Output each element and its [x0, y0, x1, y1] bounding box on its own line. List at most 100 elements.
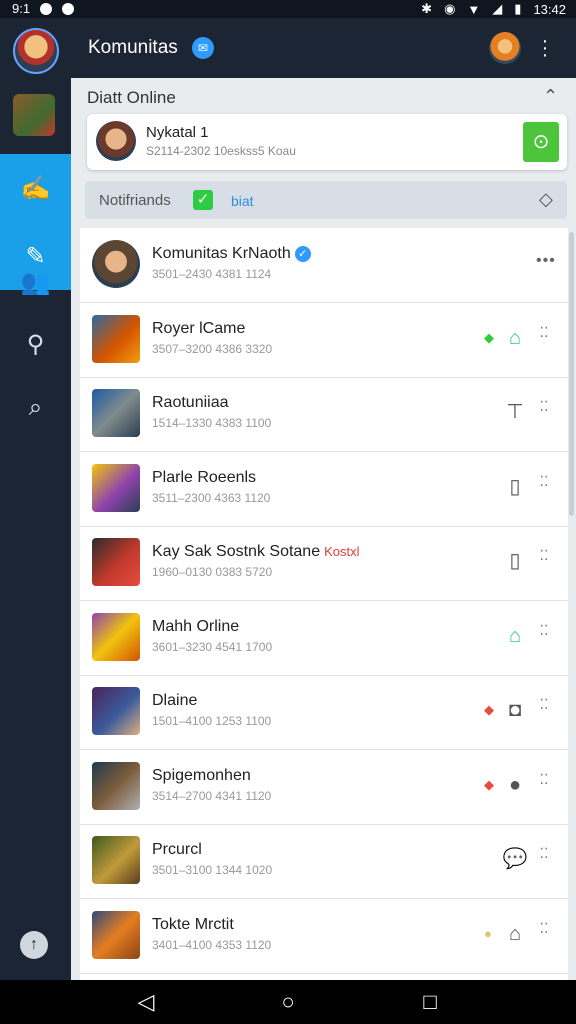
doc-icon[interactable]: ▯: [502, 474, 528, 500]
drag-handle-icon[interactable]: ⁚⁚: [536, 772, 552, 786]
chevron-up-icon[interactable]: ⌃: [543, 86, 558, 107]
list-item-subtitle: 3501‒3100 1344 1020: [152, 863, 273, 877]
drag-handle-icon[interactable]: ⁚⁚: [536, 325, 552, 339]
list-item-subtitle: 3507‒3200 4386 3320: [152, 341, 273, 356]
drag-handle-icon[interactable]: ⁚⁚: [536, 399, 552, 413]
battery-icon: ▮: [514, 1, 522, 16]
drag-handle-icon[interactable]: ⁚⁚: [536, 846, 552, 860]
list-item-title-text: Spigemonhen: [152, 766, 251, 784]
alarm-icon: ◉: [444, 1, 456, 16]
online-status-button[interactable]: ⊙: [523, 122, 559, 162]
game-avatar-10: [92, 910, 140, 959]
notification-bar: Notifriands ✓ biat ◇: [85, 181, 567, 219]
online-section-header: Diatt Online: [87, 88, 176, 107]
home-icon[interactable]: ⌂: [502, 623, 528, 649]
page-title: Komunitas: [88, 37, 178, 58]
upload-icon[interactable]: ↑: [20, 931, 48, 959]
list-item-subtitle: 1514‒1330 4383 1100: [152, 416, 272, 430]
game-avatar-9: [92, 836, 140, 884]
chat-icon[interactable]: 💬: [502, 846, 528, 872]
wifi-icon: ▼: [467, 1, 481, 17]
pin-icon: ⚲: [26, 330, 45, 358]
home-icon[interactable]: ⌂: [502, 325, 528, 351]
sidebar-item-friends[interactable]: 👥: [0, 248, 71, 316]
drag-handle-icon[interactable]: ⁚⁚: [536, 474, 552, 488]
status-indicator-icon: ◆: [484, 702, 494, 717]
desk-icon[interactable]: ⊤: [502, 399, 528, 425]
list-item-title-text: Raotuniiaa: [152, 394, 229, 411]
notification-icon: [40, 2, 53, 15]
game-avatar-6: [92, 612, 140, 661]
people-icon: 👥: [20, 268, 51, 296]
list-item[interactable]: Prcurcl 3501‒3100 1344 1020 💬 ⁚⁚: [80, 824, 568, 899]
list-item-subtitle: 1501‒4100 1253 1100: [152, 714, 272, 728]
status-indicator-icon: ●: [484, 925, 492, 941]
game-avatar-4: [92, 463, 140, 512]
drag-handle-icon[interactable]: ⁚⁚: [536, 548, 552, 562]
list-item-subtitle: 3401‒4100 4353 1120: [152, 937, 272, 952]
avatar-icon[interactable]: ●: [502, 772, 528, 798]
list-item[interactable]: Komunitas KrNaoth ✓ 3501‒2430 4381 1124 •••: [80, 228, 568, 303]
list-item[interactable]: Mahh Orline 3601‒3230 4541 1700 ⌂ ⁚⁚: [80, 601, 568, 676]
status-time-left: 9:1: [12, 1, 31, 16]
basket-icon[interactable]: ⌂: [502, 921, 528, 947]
list-item-title: Mahh Orline: [152, 618, 239, 636]
list-item-subtitle: 3601‒3230 4541 1700: [152, 639, 273, 654]
game-avatar-1: [92, 240, 140, 288]
sidebar-item-tools[interactable]: ⚲: [0, 310, 71, 378]
list-item-title: Komunitas KrNaoth ✓: [152, 245, 311, 263]
list-item[interactable]: Raotuniiaa 1514‒1330 4383 1100 ⊤ ⁚⁚: [80, 377, 568, 452]
list-item[interactable]: Plarle Roeenls 3511‒2300 4363 1120 ▯ ⁚⁚: [80, 452, 568, 527]
list-item-title-text: Prcurcl: [152, 841, 202, 858]
diamond-icon[interactable]: ◇: [539, 189, 553, 210]
drag-handle-icon[interactable]: ⁚⁚: [536, 697, 552, 711]
status-indicator-icon: ◆: [484, 329, 494, 345]
clock: 13:42: [533, 1, 566, 17]
back-icon[interactable]: ◁: [132, 988, 160, 1016]
notification-label: Notifriands: [99, 192, 171, 209]
list-item[interactable]: Kay Sak Sostnk Sotane Kostxl 1960‒0130 038…: [80, 526, 568, 601]
user-avatar[interactable]: [13, 28, 59, 74]
list-item-title: Royer lCame: [152, 320, 245, 338]
friend-name: Nykatal 1: [146, 124, 209, 141]
game-avatar-2: [92, 314, 140, 363]
more-options-icon[interactable]: •••: [536, 252, 556, 270]
list-item-title: Dlaine: [152, 692, 197, 710]
list-item-subtitle: 1960‒0130 0383 5720: [152, 565, 273, 579]
character-avatar-icon[interactable]: [489, 32, 521, 64]
app-header: Komunitas ✉ · · ·: [0, 18, 576, 78]
camera-icon[interactable]: ◘: [502, 697, 528, 723]
list-item-title-text: Kay Sak Sostnk Sotane: [152, 543, 321, 560]
list-item-title: Raotuniiaa: [152, 394, 229, 412]
signal-icon: ◢: [492, 1, 503, 16]
list-item[interactable]: Royer lCame 3507‒3200 4386 3320 ◆ ⌂ ⁚⁚: [80, 303, 568, 378]
list-item-tag: Kostxl: [324, 544, 360, 559]
sidebar-item-feed[interactable]: ✍: [0, 154, 71, 222]
notification-link[interactable]: biat: [231, 193, 254, 209]
online-friend-card[interactable]: Nykatal 1 S2114-2302 10eskss5 Koau ⊙: [87, 114, 567, 170]
list-item-title: Spigemonhen: [152, 767, 251, 785]
notification-icon-2: [62, 2, 75, 15]
overflow-menu-icon[interactable]: · · ·: [540, 31, 550, 65]
scrollbar[interactable]: [569, 232, 574, 516]
feed-icon: ✍: [20, 174, 51, 202]
game-avatar-3: [92, 389, 140, 437]
drag-handle-icon[interactable]: ⁚⁚: [536, 623, 552, 637]
list-item[interactable]: Dlaine 1501‒4100 1253 1100 ◆ ◘ ⁚⁚: [80, 675, 568, 750]
verified-icon: ✓: [294, 246, 311, 262]
bluetooth-icon: ✱: [421, 1, 433, 16]
list-item-title-text: Royer lCame: [152, 319, 246, 337]
list-item-title-text: Komunitas KrNaoth: [152, 245, 291, 262]
game-avatar-7: [92, 687, 140, 735]
home-icon[interactable]: ○: [274, 988, 302, 1016]
list-item-title: Tokte Mrctit: [152, 916, 234, 934]
doc-icon[interactable]: ▯: [502, 548, 528, 574]
list-item[interactable]: Tokte Mrctit 3401‒4100 4353 1120 ● ⌂ ⁚⁚: [80, 899, 568, 974]
recents-icon[interactable]: □: [416, 988, 444, 1016]
drag-handle-icon[interactable]: ⁚⁚: [536, 921, 552, 935]
sidebar-item-search[interactable]: ⌕: [0, 374, 71, 442]
list-item[interactable]: Spigemonhen 3514‒2700 4341 1120 ◆ ● ⁚⁚: [80, 750, 568, 825]
game-shortcut-icon[interactable]: [13, 94, 55, 136]
notification-checkbox[interactable]: ✓: [193, 190, 213, 210]
game-avatar-5: [92, 538, 140, 586]
